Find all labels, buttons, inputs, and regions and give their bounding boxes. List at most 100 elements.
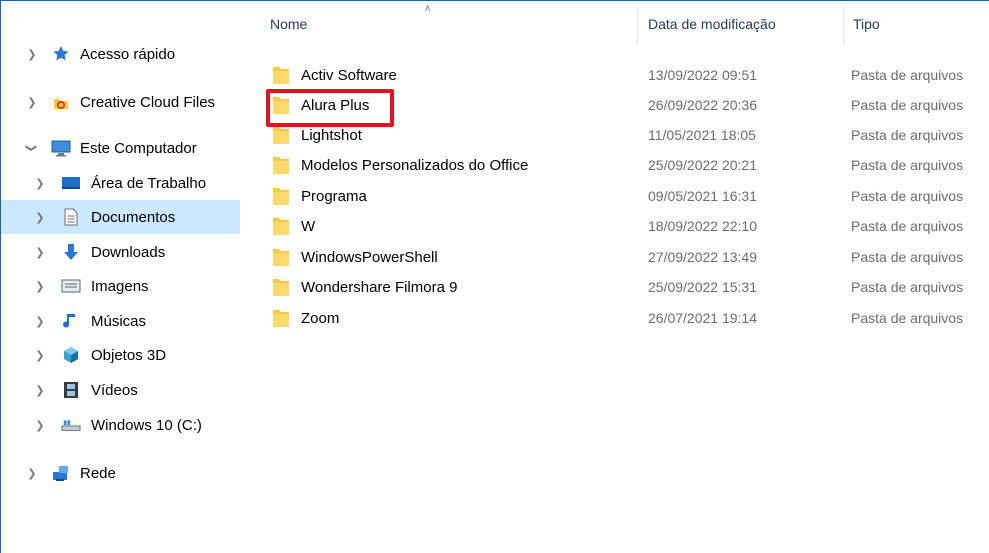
- file-date: 11/05/2021 18:05: [648, 127, 756, 143]
- sidebar-item-label: Área de Trabalho: [91, 174, 207, 192]
- file-type: Pasta de arquivos: [851, 67, 964, 83]
- file-date: 13/09/2022 09:51: [648, 67, 757, 83]
- sidebar-item-objetos-3d[interactable]: ❯ Objetos 3D: [1, 338, 240, 372]
- file-type: Pasta de arquivos: [851, 127, 964, 143]
- column-divider[interactable]: [637, 7, 638, 45]
- file-type: Pasta de arquivos: [851, 310, 964, 326]
- table-row[interactable]: Programa 09/05/2021 16:31 Pasta de arqui…: [241, 181, 989, 211]
- file-date: 26/09/2022 20:36: [648, 97, 757, 113]
- folder-icon: [273, 97, 289, 114]
- navigation-pane: ❯ Acesso rápido ❯ Creative Cloud Files ❯…: [1, 1, 241, 553]
- sidebar-item-label: Vídeos: [91, 381, 138, 399]
- file-name: Alura Plus: [301, 96, 370, 114]
- music-note-icon: [61, 311, 81, 331]
- file-type: Pasta de arquivos: [851, 249, 964, 265]
- file-name: WindowsPowerShell: [301, 248, 438, 266]
- sidebar-item-label: Imagens: [91, 277, 149, 295]
- file-name: Activ Software: [301, 66, 397, 84]
- sidebar-item-label: Este Computador: [80, 139, 197, 157]
- folder-icon: [273, 218, 289, 235]
- file-type: Pasta de arquivos: [851, 279, 964, 295]
- folder-icon: [273, 127, 289, 144]
- pictures-icon: [61, 276, 81, 296]
- file-name: Modelos Personalizados do Office: [301, 156, 529, 174]
- table-row[interactable]: Lightshot 11/05/2021 18:05 Pasta de arqu…: [241, 120, 989, 150]
- file-name: Wondershare Filmora 9: [301, 278, 458, 296]
- chevron-right-icon[interactable]: ❯: [33, 383, 47, 397]
- chevron-right-icon[interactable]: ❯: [25, 47, 39, 61]
- documents-icon: [61, 207, 81, 227]
- sidebar-item-label: Rede: [80, 464, 116, 482]
- table-row[interactable]: Alura Plus 26/09/2022 20:36 Pasta de arq…: [241, 90, 989, 120]
- file-name: Programa: [301, 187, 367, 205]
- file-date: 09/05/2021 16:31: [648, 188, 757, 204]
- sidebar-item-documentos[interactable]: ❯ Documentos: [1, 200, 240, 234]
- file-date: 26/07/2021 19:14: [648, 310, 757, 326]
- column-header-nome[interactable]: Nome: [270, 1, 630, 47]
- folder-icon: [273, 279, 289, 296]
- chevron-right-icon[interactable]: ❯: [33, 279, 47, 293]
- table-row[interactable]: W 18/09/2022 22:10 Pasta de arquivos: [241, 211, 989, 241]
- folder-icon: [273, 249, 289, 266]
- sidebar-item-label: Creative Cloud Files: [80, 93, 216, 111]
- file-date: 18/09/2022 22:10: [648, 218, 757, 234]
- sidebar-item-label: Windows 10 (C:): [91, 416, 202, 434]
- sidebar-item-creative-cloud[interactable]: ❯ Creative Cloud Files: [1, 85, 240, 119]
- chevron-right-icon[interactable]: ❯: [33, 245, 47, 259]
- file-date: 25/09/2022 15:31: [648, 279, 757, 295]
- sidebar-item-musicas[interactable]: ❯ Músicas: [1, 304, 240, 338]
- folder-icon: [273, 188, 289, 205]
- drive-icon: [61, 415, 81, 435]
- creative-cloud-icon: [51, 92, 71, 112]
- chevron-right-icon[interactable]: ❯: [25, 95, 39, 109]
- sidebar-item-label: Músicas: [91, 312, 147, 330]
- sidebar-item-acesso-rapido[interactable]: ❯ Acesso rápido: [1, 37, 240, 71]
- folder-icon: [273, 67, 289, 84]
- file-type: Pasta de arquivos: [851, 157, 964, 173]
- desktop-icon: [61, 173, 81, 193]
- sidebar-item-este-computador[interactable]: ❯ Este Computador: [1, 131, 240, 165]
- table-row[interactable]: WindowsPowerShell 27/09/2022 13:49 Pasta…: [241, 242, 989, 272]
- chevron-right-icon[interactable]: ❯: [33, 314, 47, 328]
- file-type: Pasta de arquivos: [851, 218, 964, 234]
- sidebar-item-label: Documentos: [91, 208, 176, 226]
- file-name: Lightshot: [301, 126, 362, 144]
- column-header-label: Nome: [270, 16, 308, 32]
- folder-icon: [273, 157, 289, 174]
- column-header-label: Tipo: [853, 16, 880, 32]
- chevron-right-icon[interactable]: ❯: [33, 210, 47, 224]
- sidebar-item-windows-c[interactable]: ❯ Windows 10 (C:): [1, 408, 240, 442]
- chevron-right-icon[interactable]: ❯: [33, 348, 47, 362]
- table-row[interactable]: Zoom 26/07/2021 19:14 Pasta de arquivos: [241, 303, 989, 333]
- sidebar-item-downloads[interactable]: ❯ Downloads: [1, 235, 240, 269]
- sidebar-item-imagens[interactable]: ❯ Imagens: [1, 269, 240, 303]
- chevron-right-icon[interactable]: ❯: [25, 466, 39, 480]
- sidebar-item-label: Acesso rápido: [80, 45, 176, 63]
- chevron-right-icon[interactable]: ❯: [33, 176, 47, 190]
- table-row[interactable]: Wondershare Filmora 9 25/09/2022 15:31 P…: [241, 272, 989, 302]
- sort-ascending-icon: ∧: [424, 3, 432, 14]
- file-date: 27/09/2022 13:49: [648, 249, 757, 265]
- file-list: Nome ∧ Data de modificação Tipo Activ So…: [241, 1, 989, 553]
- file-type: Pasta de arquivos: [851, 188, 964, 204]
- chevron-down-icon[interactable]: ❯: [25, 141, 39, 155]
- download-arrow-icon: [61, 242, 81, 262]
- table-row[interactable]: Modelos Personalizados do Office 25/09/2…: [241, 150, 989, 180]
- sidebar-item-rede[interactable]: ❯ Rede: [1, 456, 240, 490]
- table-row[interactable]: Activ Software 13/09/2022 09:51 Pasta de…: [241, 60, 989, 90]
- column-header-label: Data de modificação: [648, 16, 776, 32]
- computer-icon: [51, 138, 71, 158]
- network-icon: [51, 463, 71, 483]
- column-divider[interactable]: [843, 7, 844, 45]
- star-icon: [51, 44, 71, 64]
- file-name: W: [301, 217, 316, 235]
- sidebar-item-videos[interactable]: ❯ Vídeos: [1, 373, 240, 407]
- file-type: Pasta de arquivos: [851, 97, 964, 113]
- file-name: Zoom: [301, 309, 340, 327]
- column-header-tipo[interactable]: Tipo: [853, 1, 983, 47]
- sidebar-item-label: Downloads: [91, 243, 166, 261]
- film-icon: [61, 380, 81, 400]
- chevron-right-icon[interactable]: ❯: [33, 418, 47, 432]
- sidebar-item-area-de-trabalho[interactable]: ❯ Área de Trabalho: [1, 166, 240, 200]
- column-header-data[interactable]: Data de modificação: [648, 1, 838, 47]
